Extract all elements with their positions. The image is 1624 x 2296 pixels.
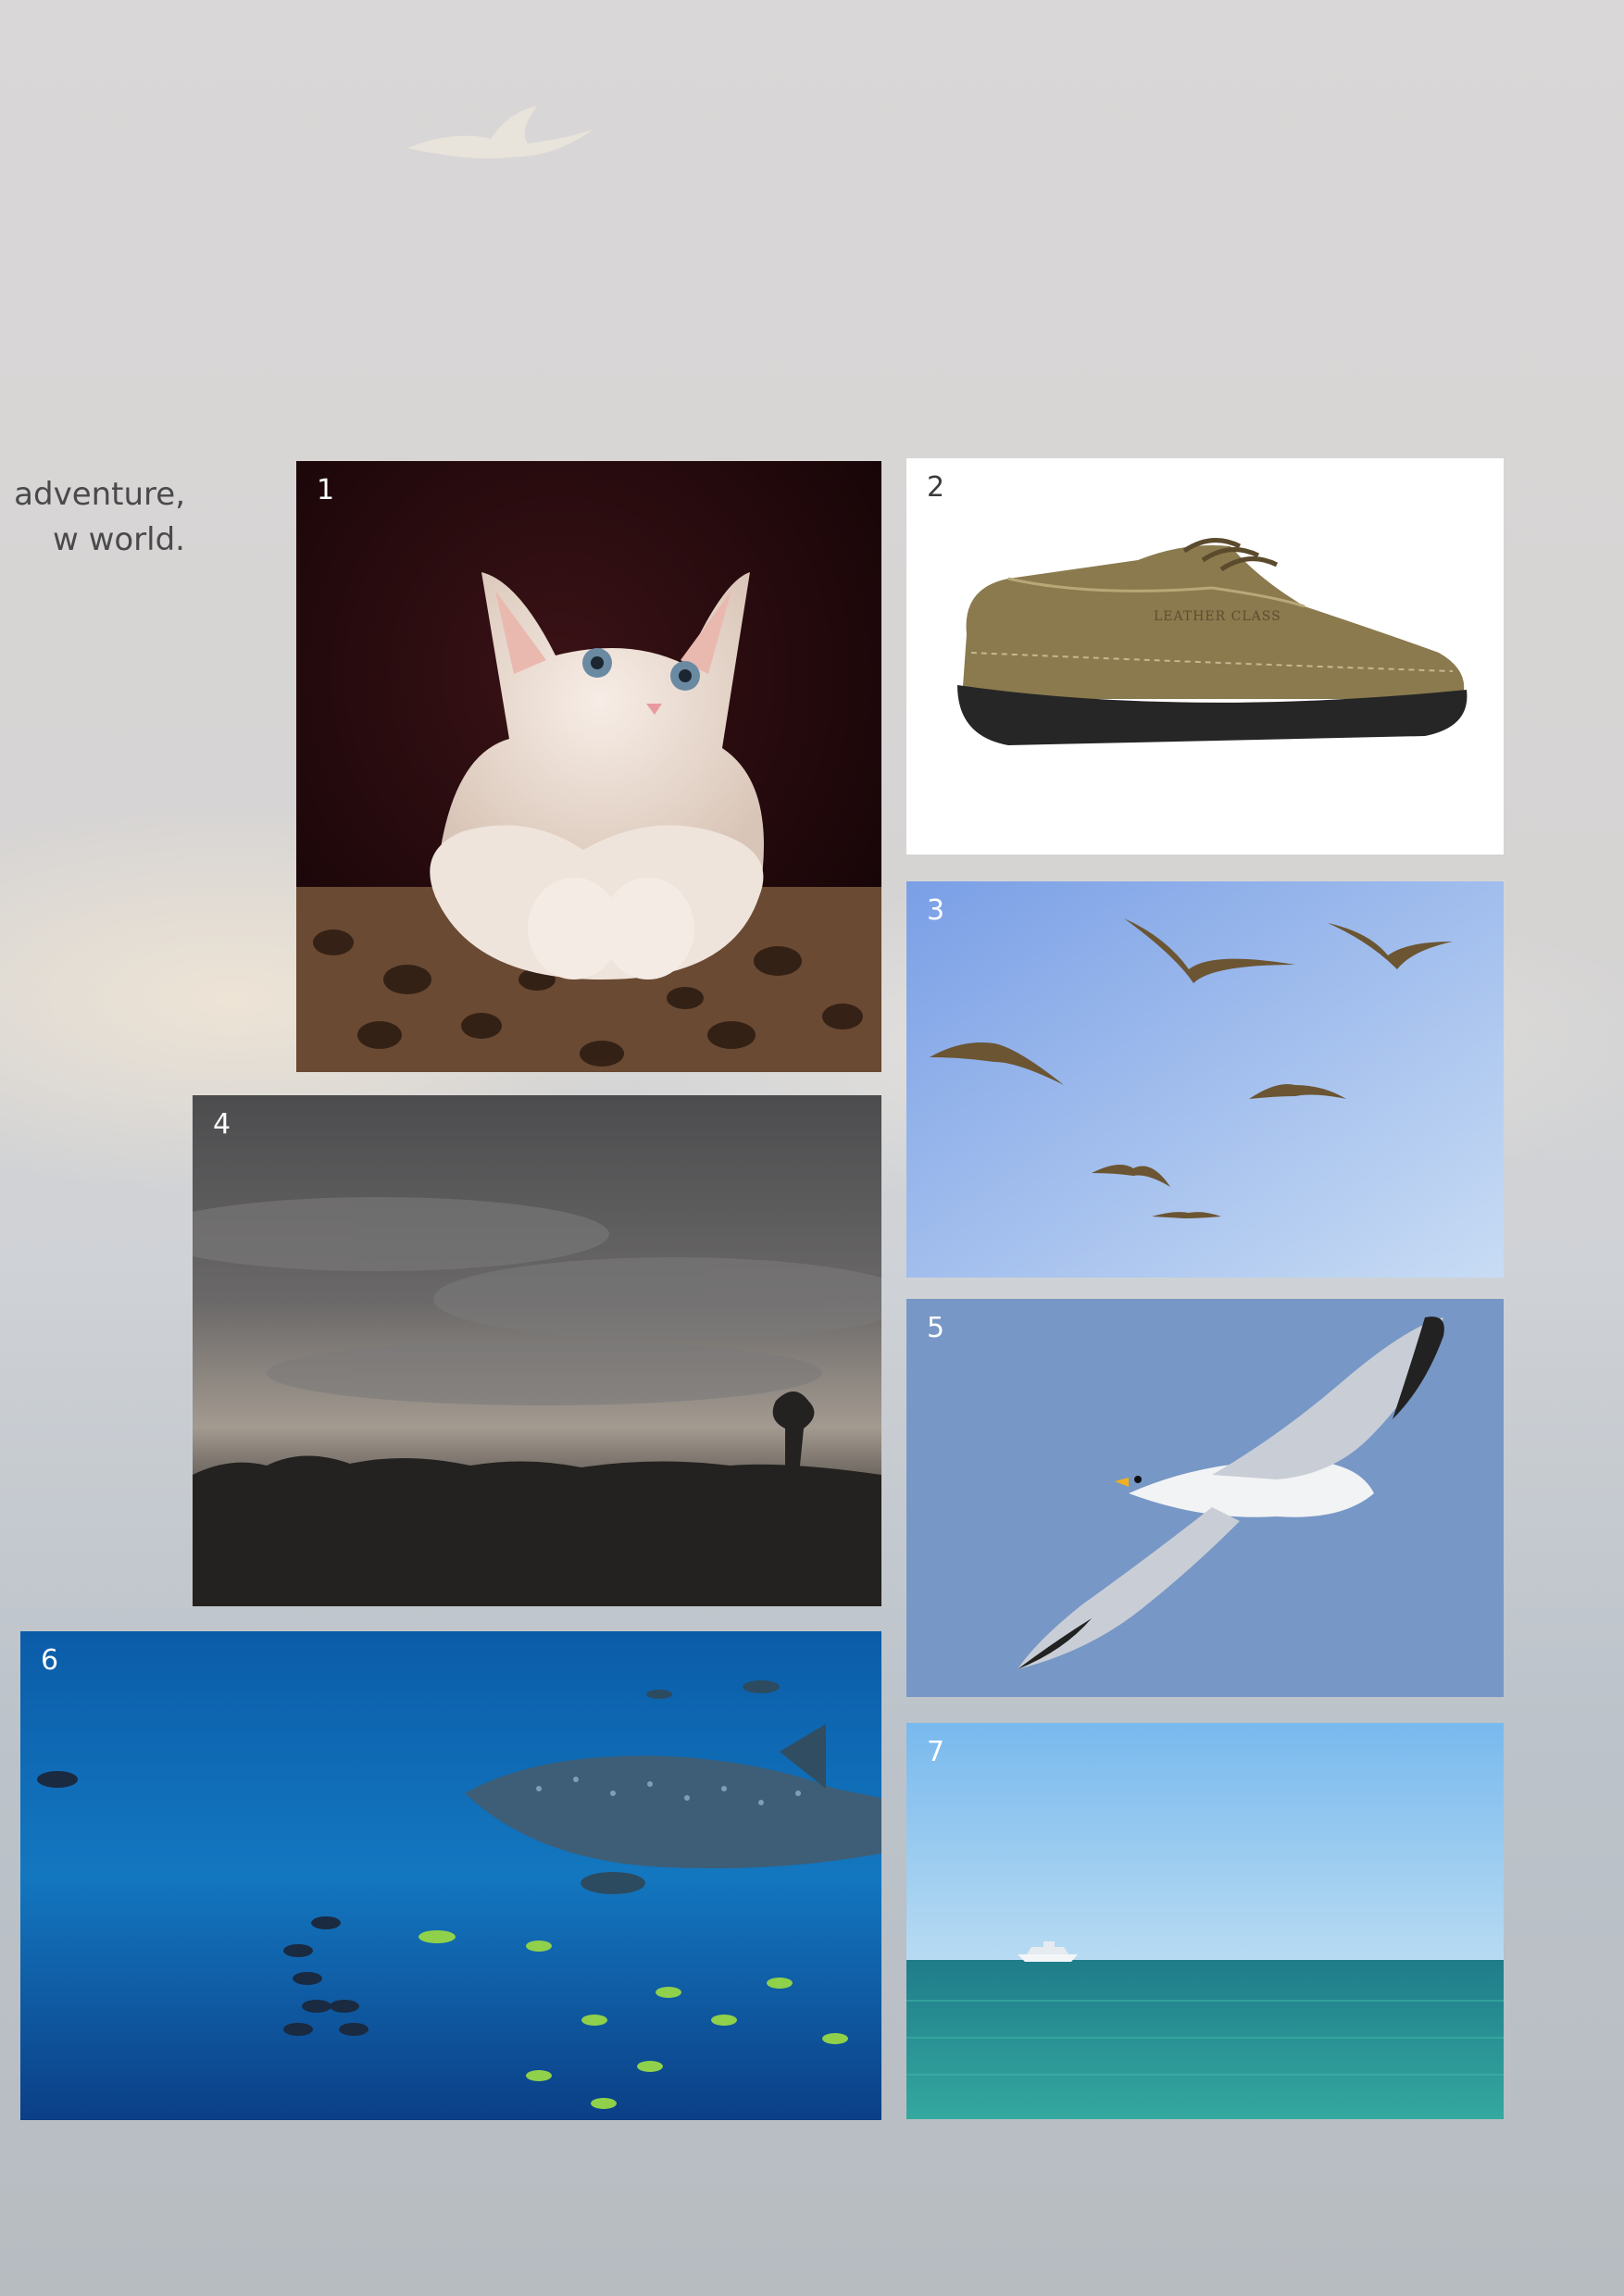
shoe-brand-text: LEATHER CLASS bbox=[1154, 609, 1281, 624]
background-bird-icon bbox=[407, 106, 593, 159]
intro-text: adventure, w world. bbox=[0, 472, 185, 563]
whale-shark-aquarium-photo-icon bbox=[20, 1631, 881, 2120]
photo-storm-clouds[interactable]: 4 bbox=[193, 1095, 881, 1606]
kitten-photo-icon bbox=[296, 461, 881, 1072]
photo-number-6: 6 bbox=[41, 1644, 59, 1677]
intro-line-1: adventure, bbox=[14, 476, 185, 513]
sea-boat-photo-icon bbox=[906, 1723, 1504, 2119]
storm-clouds-photo-icon bbox=[193, 1095, 881, 1606]
intro-line-2: w world. bbox=[52, 521, 185, 558]
photo-number-4: 4 bbox=[213, 1108, 231, 1141]
seagulls-flock-photo-icon bbox=[906, 881, 1504, 1278]
photo-whale-shark[interactable]: 6 bbox=[20, 1631, 881, 2120]
photo-seagull[interactable]: 5 bbox=[906, 1299, 1504, 1697]
photo-kitten[interactable]: 1 bbox=[296, 461, 881, 1072]
photo-seagulls-flock[interactable]: 3 bbox=[906, 881, 1504, 1278]
photo-number-7: 7 bbox=[927, 1736, 945, 1768]
photo-number-5: 5 bbox=[927, 1312, 945, 1344]
photo-number-3: 3 bbox=[927, 894, 945, 927]
shoe-photo-icon bbox=[957, 538, 1468, 745]
photo-shoe[interactable]: LEATHER CLASS 2 bbox=[906, 458, 1504, 855]
seagull-photo-icon bbox=[906, 1299, 1504, 1697]
photo-sea-boat[interactable]: 7 bbox=[906, 1723, 1504, 2119]
photo-number-2: 2 bbox=[927, 471, 945, 504]
photo-number-1: 1 bbox=[317, 474, 335, 506]
